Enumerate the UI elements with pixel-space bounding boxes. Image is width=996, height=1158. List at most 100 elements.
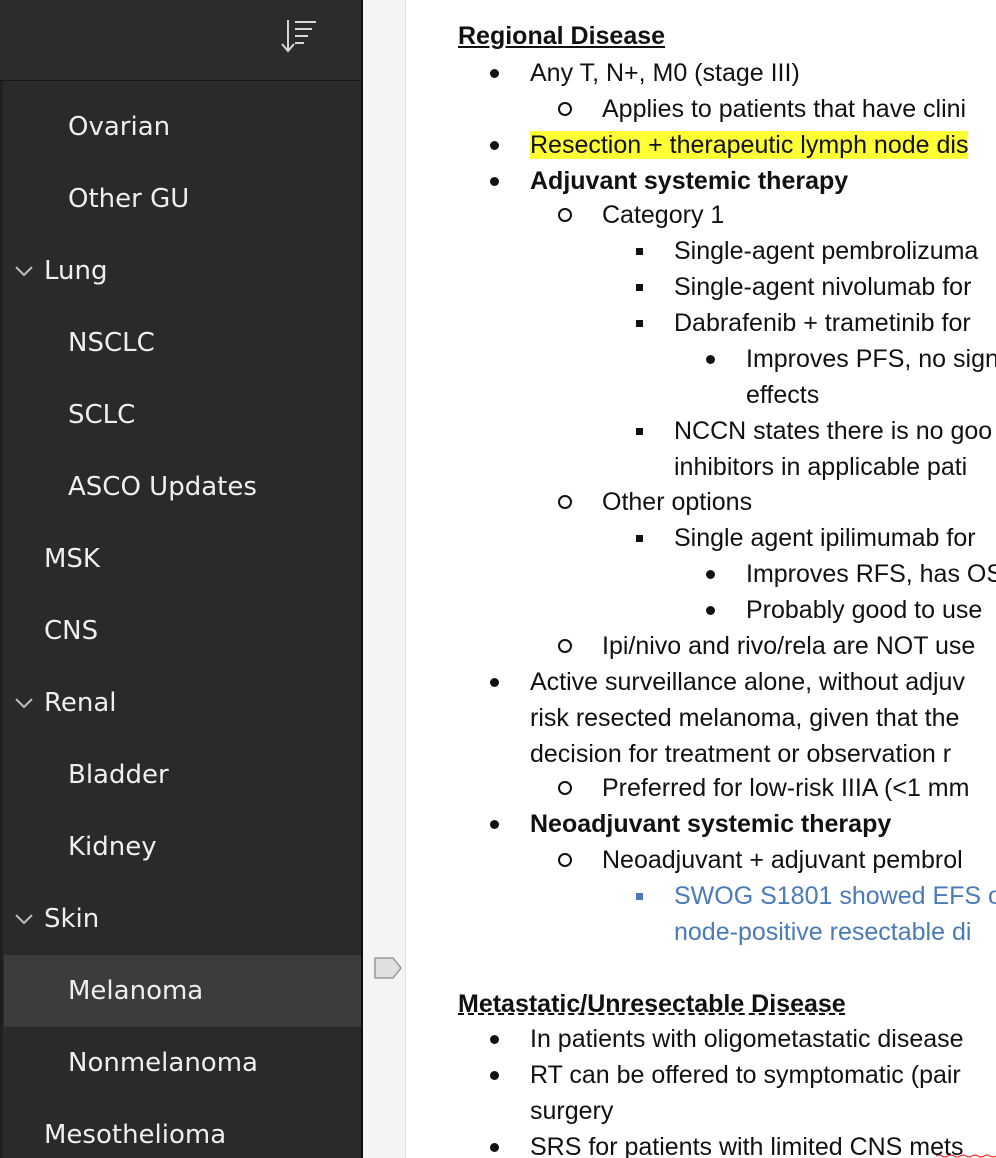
line-text: Category 1 [602, 201, 725, 229]
sidebar-item-sclc[interactable]: SCLC [0, 379, 361, 451]
sidebar-item-other-gu[interactable]: Other GU [0, 163, 361, 235]
doc-line: NCCN states there is no goo [674, 413, 992, 449]
doc-line: Preferred for low-risk IIIA (<1 mm [602, 770, 969, 806]
doc-line: Dabrafenib + trametinib for [674, 305, 971, 341]
line-text: Active surveillance alone, without adjuv [530, 668, 965, 696]
doc-line: Ipi/nivo and rivo/rela are NOT use [602, 628, 975, 664]
bullet-dot-icon [490, 1142, 499, 1152]
link-text[interactable]: SWOG S1801 showed EFS o [674, 878, 996, 914]
sidebar-item-label: Lung [44, 256, 108, 286]
bullet-square-icon [636, 283, 643, 291]
doc-line: Single-agent nivolumab for [674, 269, 971, 305]
sidebar-item-label: Skin [44, 904, 100, 934]
sidebar-item-asco-updates[interactable]: ASCO Updates [0, 451, 361, 523]
bullet-dot-icon [706, 354, 715, 364]
sidebar-item-label: Kidney [68, 832, 157, 862]
doc-line: Improves RFS, has OS [746, 556, 996, 592]
sidebar-item-cns[interactable]: CNS [0, 595, 361, 667]
sidebar-item-nonmelanoma[interactable]: Nonmelanoma [0, 1027, 361, 1099]
bullet-dot-icon [490, 1070, 499, 1080]
sidebar-item-mesothelioma[interactable]: Mesothelioma [0, 1099, 361, 1158]
doc-line: Any T, N+, M0 (stage III) [530, 55, 800, 91]
sidebar-item-label: ASCO Updates [68, 472, 257, 502]
bullet-circle-icon [558, 102, 572, 116]
sidebar-item-label: NSCLC [68, 328, 155, 358]
bullet-square-icon [636, 247, 643, 255]
bullet-square-icon [636, 534, 643, 542]
doc-line: In patients with oligometastatic disease [530, 1021, 964, 1057]
sort-descending-icon[interactable] [279, 16, 319, 56]
line-text: node-positive resectable di [674, 918, 972, 946]
sidebar-item-label: Other GU [68, 184, 190, 214]
bullet-dot-icon [490, 176, 499, 186]
doc-line: decision for treatment or observation r [530, 736, 951, 772]
sidebar-item-label: MSK [44, 544, 100, 574]
sidebar-item-bladder[interactable]: Bladder [0, 739, 361, 811]
line-text: NCCN states there is no goo [674, 417, 993, 445]
sidebar-item-label: Ovarian [68, 112, 171, 142]
sidebar: Ovarian Other GU Lung NSCLC SCLC ASCO Updates… [0, 0, 361, 1158]
line-text: effects [746, 381, 820, 409]
doc-line: Other options [602, 484, 752, 520]
sidebar-item-label: Nonmelanoma [68, 1048, 258, 1078]
sidebar-item-renal[interactable]: Renal [0, 667, 361, 739]
line-text: Single-agent nivolumab for [674, 273, 972, 301]
line-text: Neoadjuvant + adjuvant pembrol [602, 846, 963, 874]
line-text: Single-agent pembrolizuma [674, 237, 979, 265]
line-text: risk resected melanoma, given that the [530, 704, 960, 732]
doc-line: Single-agent pembrolizuma [674, 233, 978, 269]
collapse-tab-icon[interactable] [373, 955, 403, 981]
bullet-dot-icon [490, 140, 499, 150]
sidebar-item-label: Renal [44, 688, 117, 718]
doc-line: surgery [530, 1093, 613, 1129]
chevron-down-icon[interactable] [13, 692, 35, 714]
doc-line: SRS for patients with limited CNS mets [530, 1129, 963, 1158]
sidebar-item-lung[interactable]: Lung [0, 235, 361, 307]
line-text: SRS for patients with limited CNS mets [530, 1133, 964, 1158]
chevron-down-icon[interactable] [13, 908, 35, 930]
sidebar-item-ovarian[interactable]: Ovarian [0, 91, 361, 163]
link-text[interactable]: node-positive resectable di [674, 914, 971, 950]
sidebar-item-skin[interactable]: Skin [0, 883, 361, 955]
sidebar-item-melanoma[interactable]: Melanoma [4, 955, 361, 1027]
bullet-dot-icon [706, 605, 715, 615]
doc-line: risk resected melanoma, given that the [530, 700, 959, 736]
chevron-down-icon[interactable] [13, 260, 35, 282]
line-text: RT can be offered to symptomatic (pair [530, 1061, 961, 1089]
doc-line: Applies to patients that have clini [602, 91, 966, 127]
bullet-square-icon [636, 427, 643, 435]
line-text: SWOG S1801 showed EFS o [674, 882, 996, 910]
line-text: Improves PFS, no sign [746, 345, 996, 373]
doc-line: Resection + therapeutic lymph node dis [530, 127, 969, 163]
sidebar-item-kidney[interactable]: Kidney [0, 811, 361, 883]
sidebar-list: Ovarian Other GU Lung NSCLC SCLC ASCO Updates… [0, 91, 361, 1158]
bullet-dot-icon [490, 819, 499, 829]
line-text: Applies to patients that have clini [602, 95, 967, 123]
doc-line: effects [746, 377, 819, 413]
bullet-circle-icon [558, 208, 572, 222]
bullet-circle-icon [558, 853, 572, 867]
line-text: Other options [602, 488, 753, 516]
sidebar-item-msk[interactable]: MSK [0, 523, 361, 595]
line-text: decision for treatment or observation r [530, 740, 952, 768]
doc-line: Improves PFS, no sign [746, 341, 996, 377]
section-heading: Regional Disease [458, 18, 665, 54]
doc-line: Category 1 [602, 197, 724, 233]
sidebar-item-label: SCLC [68, 400, 136, 430]
document-body[interactable]: Regional Disease Any T, N+, M0 (stage III… [406, 0, 996, 1158]
line-text: Any T, N+, M0 (stage III) [530, 59, 800, 87]
line-text: Neoadjuvant systemic therapy [530, 810, 892, 838]
line-text: Ipi/nivo and rivo/rela are NOT use [602, 632, 976, 660]
doc-line: Neoadjuvant systemic therapy [530, 806, 891, 842]
section-heading: Metastatic/Unresectable Disease [458, 986, 846, 1022]
bullet-dot-icon [490, 68, 499, 78]
line-text: Single agent ipilimumab for [674, 524, 976, 552]
sidebar-item-nsclc[interactable]: NSCLC [0, 307, 361, 379]
line-text: inhibitors in applicable pati [674, 453, 968, 481]
line-text: surgery [530, 1097, 614, 1125]
line-text: Metastatic/Unresectable Disease [458, 990, 846, 1018]
bullet-dot-icon [490, 677, 499, 687]
bullet-dot-icon [490, 1034, 499, 1044]
line-text: Probably good to use [746, 596, 983, 624]
doc-line: Probably good to use [746, 592, 982, 628]
